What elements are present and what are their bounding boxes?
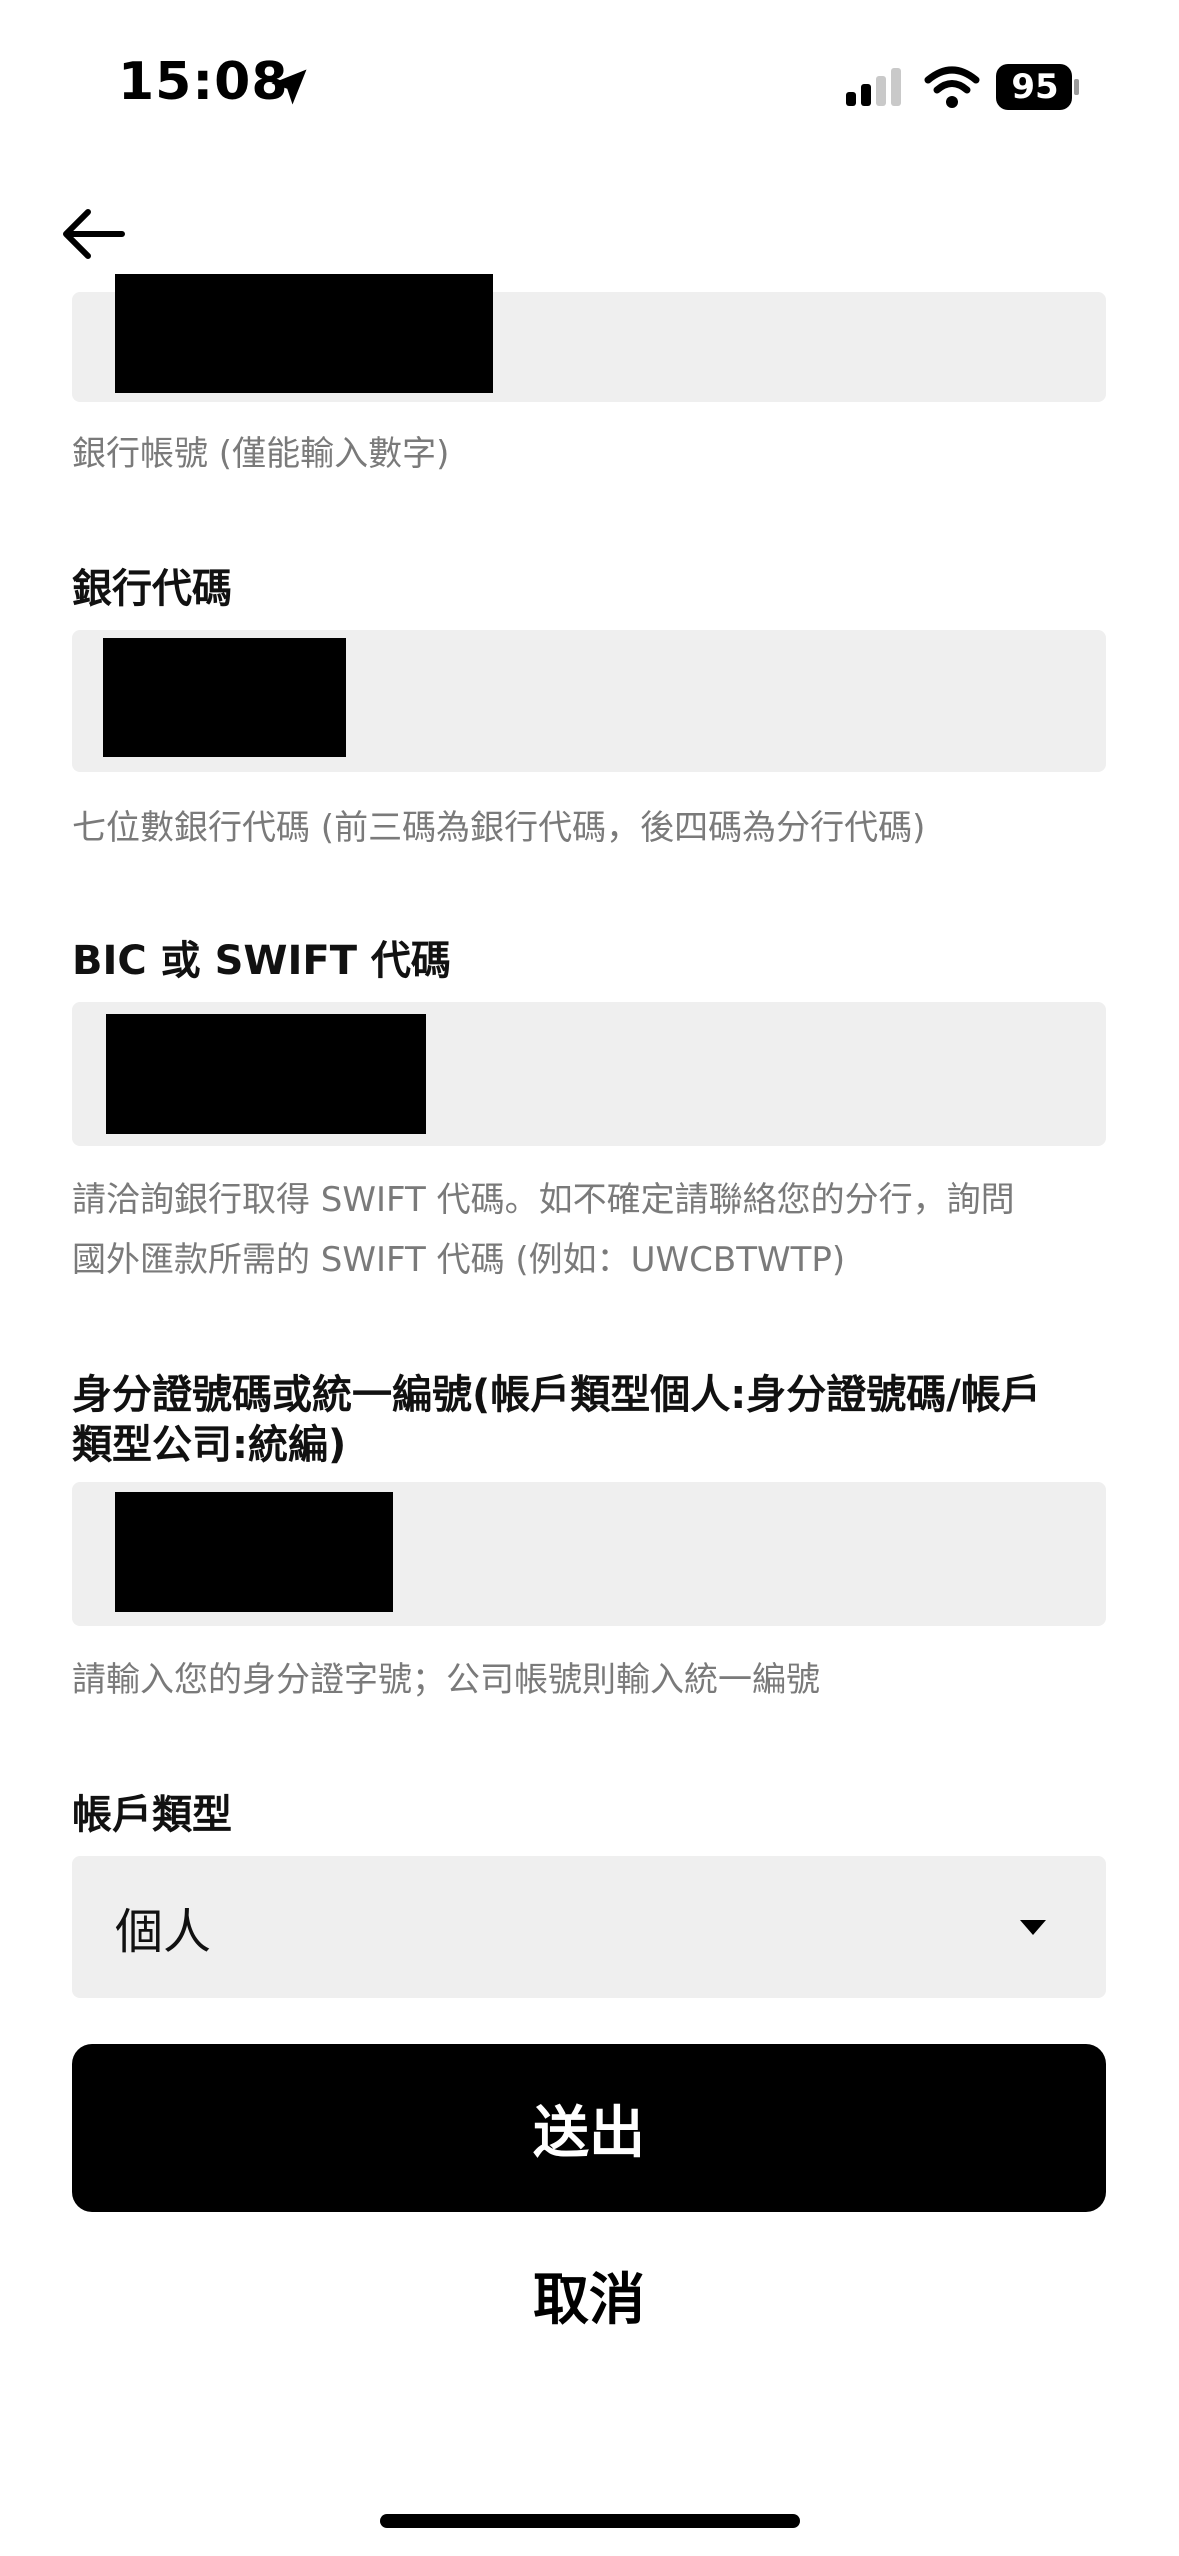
redacted-value <box>115 1492 393 1612</box>
back-arrow-icon[interactable] <box>58 198 130 270</box>
account-type-label: 帳戶類型 <box>72 1792 232 1838</box>
submit-button[interactable]: 送出 <box>72 2044 1106 2212</box>
redacted-value <box>106 1014 426 1134</box>
account-type-value: 個人 <box>115 1904 212 1960</box>
signal-icon <box>846 68 901 106</box>
swift-label: BIC 或 SWIFT 代碼 <box>72 938 451 984</box>
location-arrow-icon <box>271 69 307 105</box>
caret-down-icon <box>1020 1920 1046 1935</box>
bank-code-helper: 七位數銀行代碼 (前三碼為銀行代碼，後四碼為分行代碼) <box>72 808 926 848</box>
account-type-select[interactable] <box>72 1856 1106 1998</box>
redacted-value <box>103 638 346 757</box>
cancel-button[interactable]: 取消 <box>72 2252 1106 2338</box>
swift-helper-line1: 請洽詢銀行取得 SWIFT 代碼。如不確定請聯絡您的分行，詢問 <box>72 1180 1015 1220</box>
battery-level: 95 <box>1011 67 1059 107</box>
status-time: 15:08 <box>118 52 289 112</box>
wifi-icon <box>924 66 980 108</box>
bank-code-label: 銀行代碼 <box>72 566 232 612</box>
bank-account-helper: 銀行帳號 (僅能輸入數字) <box>72 434 450 474</box>
redacted-value <box>115 274 493 393</box>
id-number-label-line2: 類型公司:統編) <box>72 1422 347 1468</box>
id-number-helper: 請輸入您的身分證字號；公司帳號則輸入統一編號 <box>72 1660 820 1700</box>
home-indicator <box>380 2514 800 2528</box>
swift-helper-line2: 國外匯款所需的 SWIFT 代碼 (例如：UWCBTWTP) <box>72 1240 846 1280</box>
